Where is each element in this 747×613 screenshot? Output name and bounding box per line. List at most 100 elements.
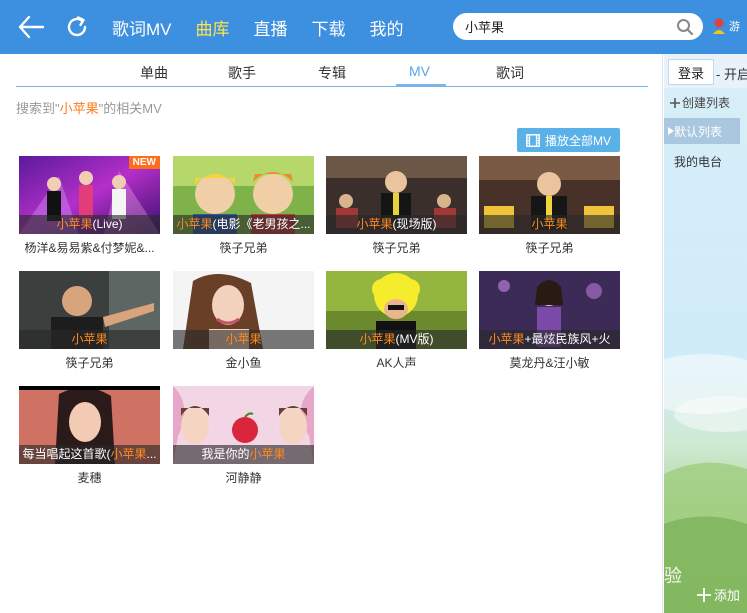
caption-keyword: 小苹果 [110, 447, 147, 461]
mv-artist[interactable]: 河静静 [173, 469, 314, 486]
nav-tab-live[interactable]: 直播 [254, 15, 288, 40]
result-prefix: 搜索到" [16, 101, 60, 116]
sub-tab-lyrics[interactable]: 歌词 [496, 63, 524, 83]
sub-tab-albums[interactable]: 专辑 [318, 63, 346, 83]
mv-caption: 小苹果(现场版) [326, 215, 467, 234]
mv-thumbnail[interactable]: 小苹果(MV版) [326, 271, 467, 349]
add-label: 添加 [714, 588, 741, 603]
mv-thumbnail[interactable]: 小苹果(电影《老男孩之... [173, 156, 314, 234]
mv-thumbnail[interactable]: 每当唱起这首歌(小苹果... [19, 386, 160, 464]
mv-caption: 小苹果 [173, 330, 314, 349]
caption-rest: (现场版) [392, 217, 437, 231]
mv-card[interactable]: 我是你的小苹果 河静静 [173, 386, 314, 486]
mv-artist[interactable]: 筷子兄弟 [19, 354, 160, 371]
back-arrow-icon[interactable] [16, 12, 46, 42]
user-label: 游 [729, 21, 740, 33]
nav-tab-lyrics-mv[interactable]: 歌词MV [112, 15, 172, 40]
mv-card[interactable]: 小苹果(MV版) AK人声 [326, 271, 467, 371]
caption-rest: (电影《老男孩之... [212, 217, 311, 231]
mv-thumbnail[interactable]: NEW 小苹果(Live) [19, 156, 160, 234]
caption-keyword: 小苹果 [249, 447, 286, 461]
mv-artist[interactable]: 杨洋&易易紫&付梦妮&... [19, 239, 160, 256]
sub-tab-songs[interactable]: 单曲 [140, 63, 168, 83]
caption-rest: ... [146, 447, 157, 461]
caption-keyword: 小苹果 [356, 217, 393, 231]
mv-card[interactable]: 小苹果(现场版) 筷子兄弟 [326, 156, 467, 256]
nav-tab-download[interactable]: 下载 [312, 15, 346, 40]
mv-caption: 小苹果(电影《老男孩之... [173, 215, 314, 234]
mv-card[interactable]: 小苹果+最炫民族风+火 莫龙丹&汪小敏 [479, 271, 620, 371]
caption-keyword: 小苹果 [359, 332, 396, 346]
caption-keyword: 小苹果 [225, 332, 262, 346]
caption-prefix: 我是你的 [201, 447, 250, 461]
mv-card[interactable]: NEW 小苹果(Live) 杨洋&易易紫&付梦妮&... [19, 156, 160, 256]
caption-rest: (Live) [92, 217, 123, 231]
plus-icon [697, 587, 711, 602]
mv-thumbnail[interactable]: 小苹果 [19, 271, 160, 349]
create-list-button[interactable]: 创建列表 [670, 94, 730, 111]
search-icon[interactable] [675, 17, 695, 37]
play-all-mv-button[interactable]: 播放全部MV [517, 128, 620, 152]
caption-rest: (MV版) [395, 332, 434, 346]
caption-keyword: 小苹果 [56, 217, 93, 231]
mv-artist[interactable]: AK人声 [326, 354, 467, 371]
caption-prefix: 每当唱起这首歌( [22, 447, 111, 461]
mv-caption: 小苹果(Live) [19, 215, 160, 234]
playlist-item-my-radio[interactable]: 我的电台 [674, 153, 722, 170]
sync-label[interactable]: - 开启 [716, 64, 747, 83]
mv-caption: 我是你的小苹果 [173, 445, 314, 464]
search-result-summary: 搜索到"小苹果"的相关MV [16, 98, 162, 117]
new-badge: NEW [128, 156, 160, 169]
mv-card[interactable]: 小苹果 筷子兄弟 [19, 271, 160, 371]
refresh-icon[interactable] [62, 12, 92, 42]
sub-tab-divider [16, 86, 648, 87]
sub-tab-artists[interactable]: 歌手 [228, 63, 256, 83]
user-avatar-icon [713, 18, 725, 34]
mv-card[interactable]: 小苹果 筷子兄弟 [479, 156, 620, 256]
search-box [453, 13, 703, 40]
mv-caption: 小苹果(MV版) [326, 330, 467, 349]
mv-artist[interactable]: 莫龙丹&汪小敏 [479, 354, 620, 371]
nav-tab-mine[interactable]: 我的 [370, 15, 404, 40]
mv-caption: 小苹果 [19, 330, 160, 349]
mv-caption: 小苹果 [479, 215, 620, 234]
mv-card[interactable]: 小苹果(电影《老男孩之... 筷子兄弟 [173, 156, 314, 256]
mv-artist[interactable]: 麦穗 [19, 469, 160, 486]
sub-tab-mv[interactable]: MV [409, 63, 430, 79]
mv-artist[interactable]: 金小鱼 [173, 354, 314, 371]
watermark-url: jingyan.baidu.com [575, 592, 657, 603]
watermark-brand: Bai [568, 557, 612, 588]
sub-tabs: 单曲 歌手 专辑 MV 歌词 [0, 54, 663, 88]
mv-thumbnail[interactable]: 小苹果 [173, 271, 314, 349]
caption-keyword: 小苹果 [531, 217, 568, 231]
create-list-label: 创建列表 [682, 96, 731, 110]
mv-artist[interactable]: 筷子兄弟 [173, 239, 314, 256]
mv-thumbnail[interactable]: 小苹果 [479, 156, 620, 234]
mv-thumbnail[interactable]: 小苹果(现场版) [326, 156, 467, 234]
add-button[interactable]: 添加 [697, 585, 740, 604]
user-area[interactable]: 游 [712, 17, 740, 35]
top-bar: 歌词MV 曲库 直播 下载 我的 游 [0, 0, 747, 54]
sub-tab-active-indicator [396, 84, 446, 87]
mv-artist[interactable]: 筷子兄弟 [326, 239, 467, 256]
mv-card[interactable]: 每当唱起这首歌(小苹果... 麦穗 [19, 386, 160, 486]
plus-icon [670, 97, 680, 108]
play-all-label: 播放全部MV [544, 133, 611, 148]
baidu-watermark: Bai 经验 jingyan.baidu.com [568, 522, 688, 604]
mv-thumbnail[interactable]: 小苹果+最炫民族风+火 [479, 271, 620, 349]
nav-tab-library[interactable]: 曲库 [196, 15, 230, 40]
login-button[interactable]: 登录 [668, 59, 714, 85]
result-keyword: 小苹果 [59, 101, 99, 116]
film-icon [526, 133, 540, 147]
mv-thumbnail[interactable]: 我是你的小苹果 [173, 386, 314, 464]
caption-keyword: 小苹果 [71, 332, 108, 346]
default-list-label: 默认列表 [674, 124, 723, 139]
caption-keyword: 小苹果 [176, 217, 213, 231]
playlist-item-default[interactable]: 默认列表 [664, 118, 740, 144]
mv-card[interactable]: 小苹果 金小鱼 [173, 271, 314, 371]
mv-artist[interactable]: 筷子兄弟 [479, 239, 620, 256]
result-suffix: "的相关MV [98, 101, 162, 116]
search-input[interactable] [465, 19, 675, 34]
main-nav: 歌词MV 曲库 直播 下载 我的 [100, 0, 416, 54]
mv-caption: 每当唱起这首歌(小苹果... [19, 445, 160, 464]
